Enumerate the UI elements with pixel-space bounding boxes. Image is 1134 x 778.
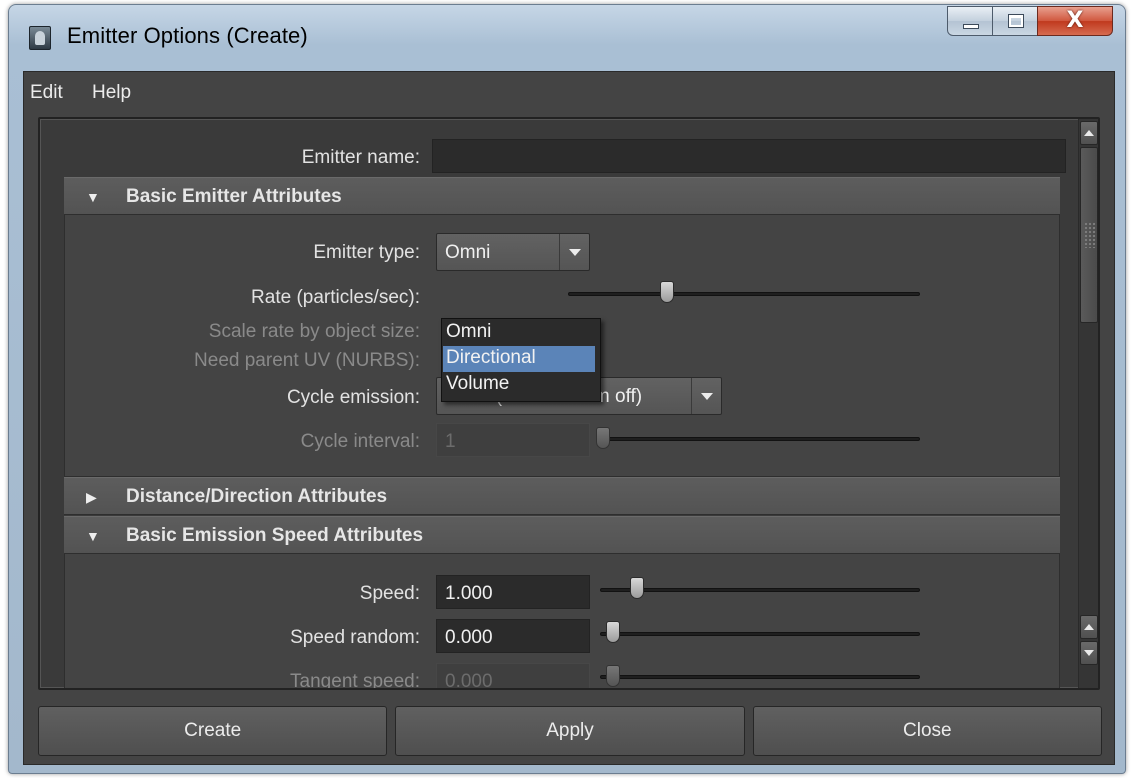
vertical-scrollbar[interactable] <box>1078 119 1098 688</box>
cycle-interval-label: Cycle interval: <box>300 431 420 452</box>
speed-random-label: Speed random: <box>290 627 420 648</box>
cycle-interval-slider-track[interactable] <box>600 437 920 441</box>
window-title: Emitter Options (Create) <box>67 23 308 48</box>
arrow-up-icon <box>1084 130 1094 136</box>
create-button[interactable]: Create <box>38 706 388 756</box>
rate-slider-thumb[interactable] <box>660 281 674 303</box>
speed-random-slider-track[interactable] <box>600 632 920 636</box>
maximize-button[interactable] <box>992 6 1038 36</box>
title-bar[interactable]: Emitter Options (Create) X <box>9 5 1125 71</box>
arrow-up-icon <box>1084 624 1094 630</box>
emitter-type-menu: Omni Directional Volume <box>441 318 601 402</box>
collapsed-triangle-icon: ▶ <box>86 489 97 505</box>
emitter-options-window: Emitter Options (Create) X Edit Help Emi… <box>8 4 1126 774</box>
cycle-interval-slider-thumb[interactable] <box>596 427 610 449</box>
scale-rate-label: Scale rate by object size: <box>208 321 420 342</box>
close-button[interactable]: Close <box>752 706 1102 756</box>
section-distance-direction-attributes[interactable]: ▶ Distance/Direction Attributes <box>64 477 1060 515</box>
emitter-type-label: Emitter type: <box>313 242 420 263</box>
speed-label: Speed: <box>359 583 420 604</box>
speed-field[interactable]: 1.000 <box>436 575 590 609</box>
section-basic-emission-speed-attributes[interactable]: ▼ Basic Emission Speed Attributes <box>64 516 1060 554</box>
emitter-type-dropdown[interactable]: Omni <box>436 233 590 271</box>
scroll-down-button[interactable] <box>1080 641 1098 665</box>
emitter-name-label: Emitter name: <box>301 147 420 168</box>
section-title: Basic Emitter Attributes <box>126 186 342 207</box>
options-content: Emitter name: ▼ Basic Emitter Attributes… <box>40 119 1078 688</box>
tangent-speed-field[interactable]: 0.000 <box>436 663 590 688</box>
scrollbar-thumb[interactable] <box>1080 147 1098 323</box>
arrow-down-icon <box>1084 650 1094 656</box>
chevron-down-icon <box>701 393 713 400</box>
speed-random-slider-thumb[interactable] <box>606 621 620 643</box>
minimize-icon <box>963 24 979 29</box>
menu-option-directional[interactable]: Directional <box>443 346 595 372</box>
cycle-emission-label: Cycle emission: <box>286 387 420 408</box>
section-basic-emitter-attributes[interactable]: ▼ Basic Emitter Attributes <box>64 177 1060 215</box>
scroll-up-button[interactable] <box>1080 121 1098 145</box>
expanded-triangle-icon: ▼ <box>86 528 100 544</box>
close-window-button[interactable]: X <box>1037 6 1113 36</box>
tangent-speed-label: Tangent speed: <box>290 671 420 690</box>
scroll-up-button-lower[interactable] <box>1080 615 1098 639</box>
speed-slider-track[interactable] <box>600 588 920 592</box>
dropdown-arrow <box>691 378 721 414</box>
menu-help[interactable]: Help <box>92 82 131 104</box>
maximize-icon <box>1008 14 1024 28</box>
options-scroll-area: Emitter name: ▼ Basic Emitter Attributes… <box>38 117 1100 690</box>
cycle-interval-field[interactable]: 1 <box>436 423 590 457</box>
speed-slider-thumb[interactable] <box>630 577 644 599</box>
client-area: Edit Help Emitter name: ▼ Basic Emitter … <box>23 71 1115 765</box>
tangent-speed-slider-thumb[interactable] <box>606 665 620 687</box>
rate-slider-track[interactable] <box>568 292 920 296</box>
maya-app-icon <box>29 26 51 50</box>
close-icon: X <box>1066 8 1084 33</box>
emitter-type-value: Omni <box>445 242 491 263</box>
need-parent-uv-label: Need parent UV (NURBS): <box>194 350 420 371</box>
section-title: Distance/Direction Attributes <box>126 486 388 507</box>
expanded-triangle-icon: ▼ <box>86 189 100 205</box>
tangent-speed-slider-track[interactable] <box>600 675 920 679</box>
grip-icon <box>1084 222 1096 248</box>
emitter-name-field[interactable] <box>432 139 1066 173</box>
apply-button[interactable]: Apply <box>395 706 745 756</box>
caption-buttons: X <box>947 6 1113 38</box>
minimize-button[interactable] <box>947 6 993 36</box>
speed-random-field[interactable]: 0.000 <box>436 619 590 653</box>
rate-label: Rate (particles/sec): <box>251 287 420 308</box>
menu-option-volume[interactable]: Volume <box>443 372 595 398</box>
dropdown-arrow <box>559 234 589 270</box>
chevron-down-icon <box>569 249 581 256</box>
menu-bar: Edit Help <box>24 72 1114 112</box>
section-title: Basic Emission Speed Attributes <box>126 525 424 546</box>
menu-edit[interactable]: Edit <box>30 82 63 104</box>
action-bar: Create Apply Close <box>38 706 1102 758</box>
menu-option-omni[interactable]: Omni <box>443 320 595 346</box>
